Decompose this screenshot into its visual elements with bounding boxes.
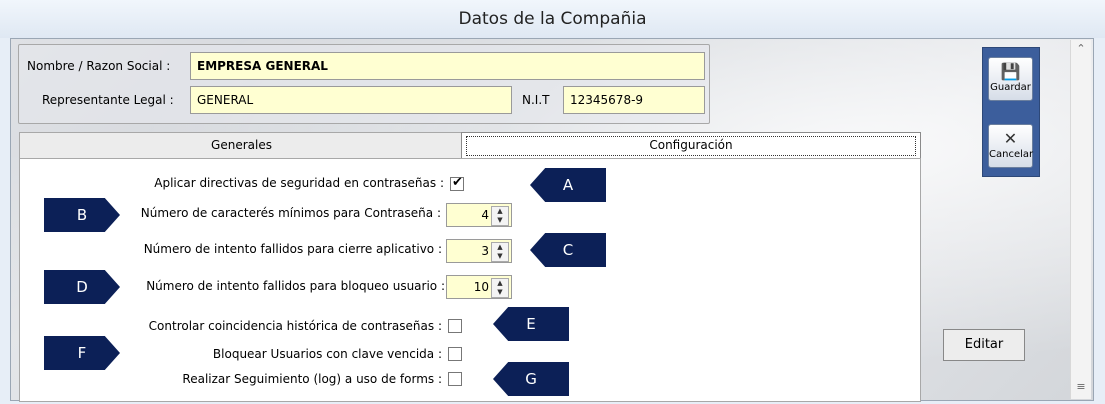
guardar-button[interactable]: 💾 Guardar xyxy=(988,57,1033,101)
title-bar: Datos de la Compañia xyxy=(0,0,1105,38)
setting-label-block-attempts: Número de intento fallidos para bloqueo … xyxy=(146,279,445,293)
scroll-up-icon[interactable]: ⌃ xyxy=(1071,42,1091,55)
floppy-disk-icon: 💾 xyxy=(1000,62,1021,81)
callout-c: C xyxy=(530,233,606,267)
setting-label-expired: Bloquear Usuarios con clave vencida : xyxy=(212,347,442,361)
focus-rect xyxy=(466,136,916,156)
check-icon: ✔ xyxy=(452,175,463,190)
callout-a: A xyxy=(530,168,606,202)
cancelar-label: Cancelar xyxy=(989,149,1034,160)
callout-f: F xyxy=(44,336,120,370)
spinner-block-attempts[interactable]: 10 ▲ ▼ xyxy=(446,275,512,299)
spin-down-icon[interactable]: ▼ xyxy=(492,288,508,297)
razon-social-field[interactable]: EMPRESA GENERAL xyxy=(190,52,705,80)
callout-b: B xyxy=(44,198,120,232)
spinner-value: 4 xyxy=(481,208,489,222)
spinner-close-attempts[interactable]: 3 ▲ ▼ xyxy=(446,239,512,263)
spin-down-icon[interactable]: ▼ xyxy=(492,252,508,261)
guardar-label: Guardar xyxy=(990,82,1031,93)
representante-field[interactable]: GENERAL xyxy=(190,86,512,114)
action-toolbar: 💾 Guardar ✕ Cancelar xyxy=(982,47,1040,177)
callout-d: D xyxy=(44,270,120,304)
spinner-buttons[interactable]: ▲ ▼ xyxy=(491,242,509,262)
spin-down-icon[interactable]: ▼ xyxy=(492,216,508,225)
setting-label-history: Controlar coincidencia histórica de cont… xyxy=(148,319,442,333)
window-title: Datos de la Compañia xyxy=(458,9,647,29)
spinner-buttons[interactable]: ▲ ▼ xyxy=(491,278,509,298)
nit-label: N.I.T xyxy=(522,93,550,107)
checkbox-history[interactable] xyxy=(448,319,462,333)
window: Datos de la Compañia Nombre / Razon Soci… xyxy=(0,0,1105,404)
nit-field[interactable]: 12345678-9 xyxy=(563,86,705,114)
configuracion-panel: Aplicar directivas de seguridad en contr… xyxy=(19,158,921,402)
setting-label-passwords-policy: Aplicar directivas de seguridad en contr… xyxy=(154,176,444,190)
setting-label-close-attempts: Número de intento fallidos para cierre a… xyxy=(143,242,442,256)
callout-g: G xyxy=(493,362,569,396)
content-area: Nombre / Razon Social : EMPRESA GENERAL … xyxy=(10,38,1094,402)
spinner-value: 3 xyxy=(481,244,489,258)
checkbox-log[interactable] xyxy=(448,372,462,386)
spinner-value: 10 xyxy=(473,280,489,294)
tab-configuracion[interactable]: Configuración xyxy=(461,132,921,159)
editar-button[interactable]: Editar xyxy=(943,329,1025,361)
spin-up-icon[interactable]: ▲ xyxy=(492,207,508,216)
setting-label-log: Realizar Seguimiento (log) a uso de form… xyxy=(182,372,442,386)
spinner-min-chars[interactable]: 4 ▲ ▼ xyxy=(446,203,512,227)
x-icon: ✕ xyxy=(1003,129,1018,148)
razon-social-label: Nombre / Razon Social : xyxy=(27,59,171,73)
company-info-group: Nombre / Razon Social : EMPRESA GENERAL … xyxy=(18,44,710,124)
setting-label-min-chars: Número de caracterés mínimos para Contra… xyxy=(140,206,441,220)
vertical-scrollbar[interactable]: ⌃ ≡ xyxy=(1070,40,1091,399)
callout-e: E xyxy=(493,307,569,341)
spin-up-icon[interactable]: ▲ xyxy=(492,279,508,288)
checkbox-passwords-policy[interactable]: ✔ xyxy=(450,175,464,191)
tab-generales[interactable]: Generales xyxy=(19,132,464,159)
spin-up-icon[interactable]: ▲ xyxy=(492,243,508,252)
representante-label: Representante Legal : xyxy=(42,93,174,107)
checkbox-expired[interactable] xyxy=(448,347,462,361)
spinner-buttons[interactable]: ▲ ▼ xyxy=(491,206,509,226)
cancelar-button[interactable]: ✕ Cancelar xyxy=(988,124,1033,168)
resize-grip-icon[interactable]: ≡ xyxy=(1071,380,1091,393)
